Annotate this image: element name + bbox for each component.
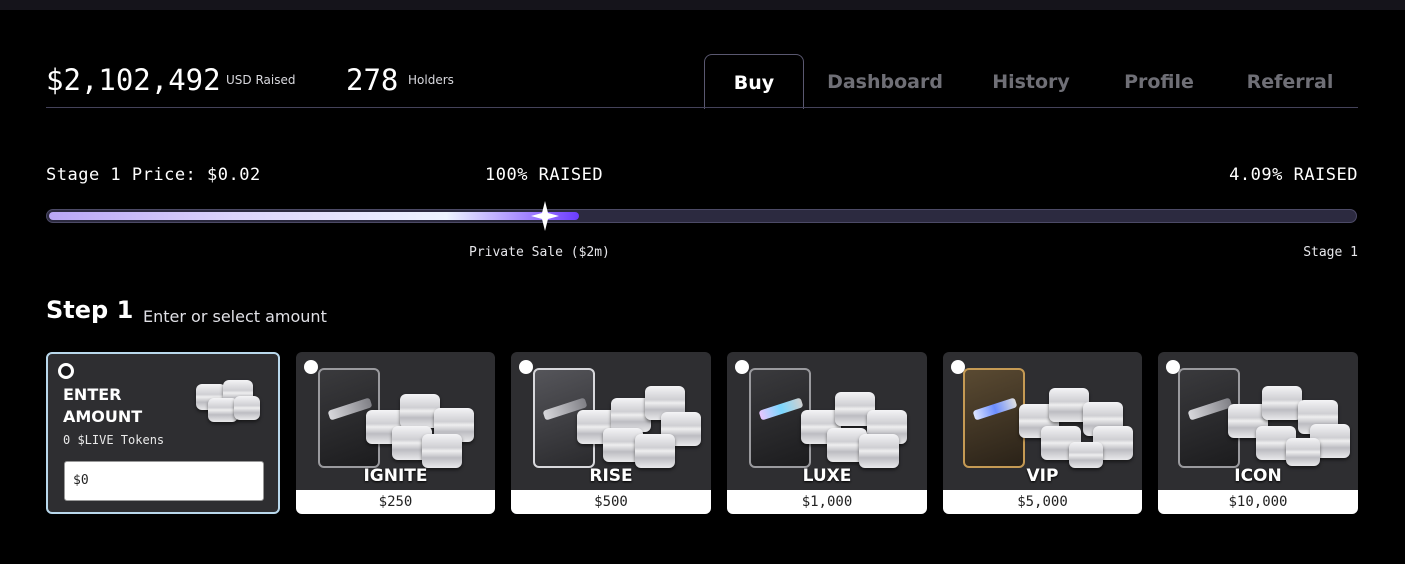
package-card-ignite[interactable]: IGNITE $250	[296, 352, 495, 514]
stage1-raised: 4.09% RAISED	[1229, 165, 1358, 185]
top-bar	[0, 0, 1405, 10]
package-price: $10,000	[1158, 490, 1358, 514]
package-card-icon[interactable]: ICON $10,000	[1158, 352, 1358, 514]
step-title: Step 1	[46, 296, 134, 324]
package-price: $250	[296, 490, 495, 514]
tab-history[interactable]: History	[985, 54, 1077, 108]
package-card-rise[interactable]: RISE $500	[511, 352, 711, 514]
usd-raised-value: $2,102,492	[46, 63, 221, 97]
progress-fill	[49, 212, 579, 220]
package-price: $500	[511, 490, 711, 514]
enter-amount-card[interactable]: ENTER AMOUNT 0 $LIVE Tokens $0	[46, 352, 280, 514]
enter-amount-radio[interactable]	[58, 363, 74, 379]
package-name: RISE	[589, 466, 633, 486]
tab-buy[interactable]: Buy	[704, 54, 804, 109]
package-card-luxe[interactable]: LUXE $1,000	[727, 352, 927, 514]
step-subtitle: Enter or select amount	[143, 307, 327, 326]
tab-referral[interactable]: Referral	[1243, 54, 1337, 108]
holders-label: Holders	[408, 73, 454, 87]
package-name: LUXE	[802, 466, 852, 486]
token-count: 0 $LIVE Tokens	[63, 433, 165, 447]
package-price: $1,000	[727, 490, 927, 514]
private-sale-raised: 100% RAISED	[485, 165, 604, 185]
stage-price: Stage 1 Price: $0.02	[46, 165, 261, 185]
tab-profile[interactable]: Profile	[1115, 54, 1203, 108]
tab-bar: Buy Dashboard History Profile Referral	[703, 54, 1358, 109]
stage-label: Stage 1	[1303, 245, 1358, 260]
package-radio[interactable]	[304, 360, 318, 374]
package-radio[interactable]	[519, 360, 533, 374]
package-card-vip[interactable]: VIP $5,000	[943, 352, 1142, 514]
package-price: $5,000	[943, 490, 1142, 514]
tab-underline	[46, 107, 1358, 108]
amount-input[interactable]: $0	[64, 461, 264, 501]
nft-card-icon	[963, 368, 1025, 468]
enter-amount-title: ENTER AMOUNT	[63, 385, 143, 426]
private-sale-label: Private Sale ($2m)	[469, 245, 610, 260]
progress-marker-icon	[531, 201, 559, 231]
holders-value: 278	[346, 63, 399, 97]
package-name: IGNITE	[363, 466, 428, 486]
package-radio[interactable]	[735, 360, 749, 374]
tab-dashboard[interactable]: Dashboard	[823, 54, 947, 108]
package-name: VIP	[1026, 466, 1059, 486]
usd-raised-label: USD Raised	[226, 73, 296, 87]
package-name: ICON	[1234, 466, 1282, 486]
